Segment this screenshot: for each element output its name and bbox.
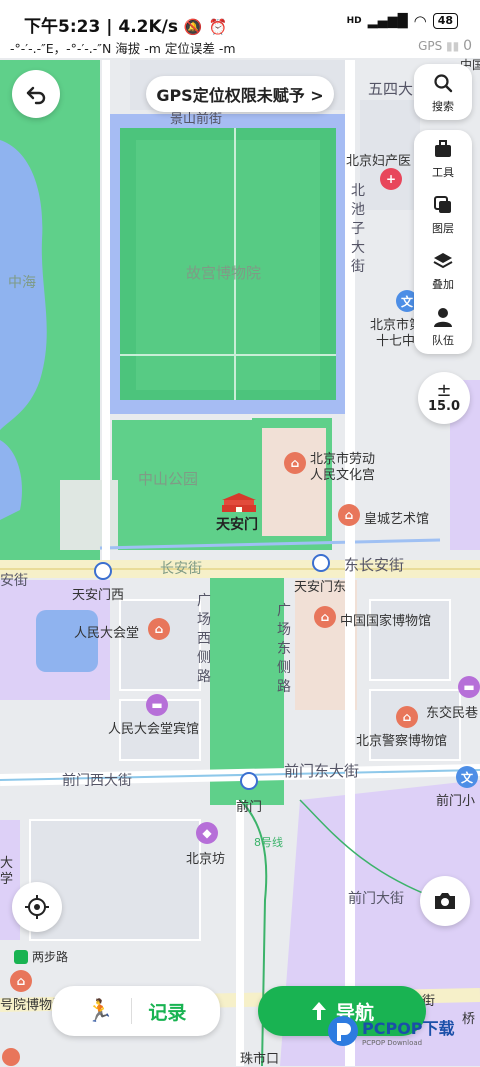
liangbulu-logo-icon <box>14 949 28 964</box>
label-qianmen-west-street: 前门西大街 <box>62 773 132 789</box>
label-square-east-road: 广场东侧路 <box>277 603 291 695</box>
label-an-left: 安街 <box>0 573 28 589</box>
gps-signal-count: 0 <box>463 38 472 54</box>
search-button[interactable]: 搜索 <box>414 64 472 120</box>
metro-station-icon[interactable] <box>312 554 330 572</box>
label-tiananmen-west: 天安门西 <box>72 588 125 603</box>
culture-palace-poi-icon[interactable]: ⌂ <box>284 452 306 474</box>
label-zhushikou: 珠市口 <box>240 1052 280 1067</box>
hospital-poi-icon[interactable]: + <box>380 168 402 190</box>
back-button[interactable] <box>12 70 60 118</box>
watermark-sub: PCPOP Download <box>362 1039 423 1047</box>
label-daxue-2: 学 <box>0 872 14 887</box>
police-museum-poi-icon[interactable]: ⌂ <box>396 706 418 728</box>
crosshair-icon <box>25 895 49 919</box>
label-palace-museum: 故宫博物院 <box>186 264 262 282</box>
label-police-museum: 北京警察博物馆 <box>356 734 448 749</box>
label-dongjiaomin: 东交民巷 <box>426 706 479 721</box>
label-fuchan-hospital: 北京妇产医 <box>346 154 412 169</box>
label-huangcheng-gallery: 皇城艺术馆 <box>364 512 430 527</box>
hotel-poi-icon[interactable]: ▬ <box>458 676 480 698</box>
label-beichizi-street: 北池子大街 <box>351 183 365 275</box>
battery-indicator: 48 <box>432 13 458 29</box>
alarm-icon: ⏰ <box>208 18 228 36</box>
locate-button[interactable] <box>12 882 62 932</box>
coordinate-readout: -°-′-.-″E，-°-′-.-″N 海拔 -m 定位误差 -m <box>10 41 236 56</box>
tools-panel: 工具 图层 叠加 队伍 <box>414 130 472 354</box>
zoom-level-button[interactable]: ± 15.0 <box>418 372 470 424</box>
label-tiananmen-east: 天安门东 <box>294 580 347 595</box>
pcpop-watermark: PCPOP下载 PCPOP Download <box>326 1014 455 1048</box>
label-qianmen-avenue: 前门大街 <box>348 891 404 907</box>
team-label: 队伍 <box>432 333 454 347</box>
hotel-poi-icon[interactable]: ▬ <box>146 694 168 716</box>
label-liangbulu: 两步路 <box>32 950 69 964</box>
label-zhonghai: 中海 <box>8 275 36 291</box>
layers-icon <box>434 195 451 213</box>
record-button[interactable]: 🏃 记录 <box>52 986 220 1036</box>
wifi-icon: ◠ <box>413 12 427 30</box>
label-shiqizhong-2: 十七中 <box>376 334 416 349</box>
record-label: 记录 <box>148 1001 187 1024</box>
tiananmen-landmark-icon[interactable] <box>220 492 258 514</box>
label-beijingfang: 北京坊 <box>186 852 226 867</box>
label-changan-street: 长安街 <box>160 561 202 577</box>
toolbox-icon <box>435 139 451 157</box>
tools-button[interactable]: 工具 <box>414 130 472 186</box>
zoom-level: 15.0 <box>427 398 461 414</box>
gps-label: GPS <box>418 39 443 53</box>
metro-station-icon[interactable] <box>240 772 258 790</box>
watermark-brand: PCPOP下载 <box>362 1019 455 1038</box>
gps-permission-banner[interactable]: GPS定位权限未赋予 > <box>146 76 334 112</box>
label-qiao-right: 桥 <box>462 1012 476 1027</box>
label-square-west-road: 广场西侧路 <box>197 593 211 685</box>
school-poi-icon[interactable]: 文 <box>456 766 478 788</box>
poi-bottom-left-icon[interactable] <box>2 1048 20 1066</box>
running-person-icon: 🏃 <box>86 998 114 1024</box>
team-icon <box>434 307 452 327</box>
shopping-poi-icon[interactable]: ◆ <box>196 822 218 844</box>
search-icon <box>434 73 453 92</box>
camera-button[interactable] <box>420 876 470 926</box>
great-hall-poi-icon[interactable]: ⌂ <box>148 618 170 640</box>
overlay-button[interactable]: 叠加 <box>414 242 472 298</box>
hd-badge: HD <box>346 16 362 26</box>
art-gallery-poi-icon[interactable]: ⌂ <box>338 504 360 526</box>
label-line-8: 8号线 <box>254 836 283 849</box>
museum-poi-icon[interactable]: ⌂ <box>10 970 32 992</box>
label-laodong-2: 人民文化宫 <box>310 468 376 483</box>
back-arrow-icon <box>26 86 46 105</box>
overlay-label: 叠加 <box>432 277 454 291</box>
stack-icon <box>433 252 453 268</box>
label-qianmen-xiao: 前门小 <box>436 794 476 809</box>
label-great-hall-hotel: 人民大会堂宾馆 <box>108 722 200 737</box>
label-great-hall: 人民大会堂 <box>74 626 140 641</box>
layers-label: 图层 <box>432 221 454 235</box>
search-panel: 搜索 <box>414 64 472 120</box>
status-bar: 下午5:23 | 4.2K/s 🔕 ⏰ HD ▂▄▆█ ◠ 48 -°-′-.-… <box>0 0 480 58</box>
label-tiananmen: 天安门 <box>216 517 258 533</box>
plus-minus-icon: ± <box>436 379 452 401</box>
pcpop-logo-icon <box>328 1016 358 1046</box>
label-qianmen-station: 前门 <box>236 800 263 815</box>
team-button[interactable]: 队伍 <box>414 298 472 354</box>
liangbulu-badge[interactable]: 两步路 <box>14 948 68 965</box>
mute-icon: 🔕 <box>183 18 203 36</box>
national-museum-poi-icon[interactable]: ⌂ <box>314 606 336 628</box>
label-qianmen-east-street: 前门东大街 <box>284 762 360 780</box>
layers-button[interactable]: 图层 <box>414 186 472 242</box>
signal-icon: ▂▄▆█ <box>367 13 408 29</box>
label-zhongshan-park: 中山公园 <box>138 470 199 488</box>
camera-icon <box>435 893 455 909</box>
network-speed: 4.2K/s <box>118 17 178 37</box>
label-east-changan: 东长安街 <box>344 556 405 574</box>
search-label: 搜索 <box>432 99 454 113</box>
label-wusi-street: 五四大 <box>368 80 414 98</box>
status-time: 下午5:23 <box>24 17 101 37</box>
tools-label: 工具 <box>432 165 454 179</box>
label-national-museum: 中国国家博物馆 <box>340 614 432 629</box>
metro-station-icon[interactable] <box>94 562 112 580</box>
